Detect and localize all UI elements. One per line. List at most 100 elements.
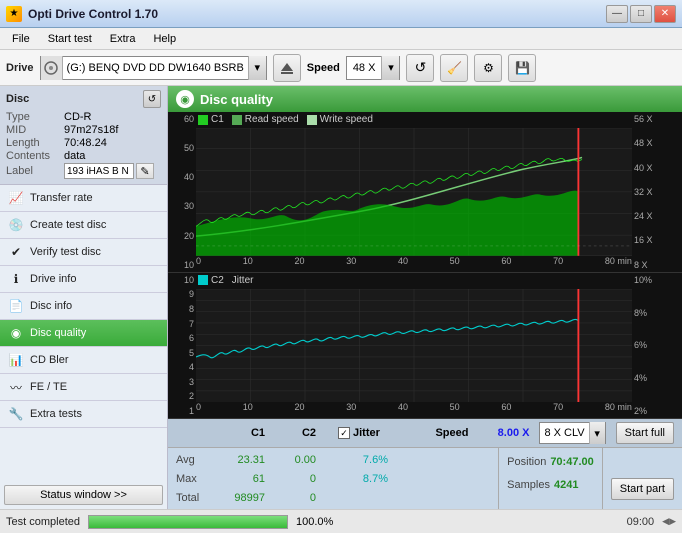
disc-refresh-button[interactable]: ↺ (143, 90, 161, 108)
extra-tests-icon: 🔧 (8, 406, 24, 422)
mid-value: 97m27s18f (64, 124, 118, 136)
samples-label: Samples (507, 479, 550, 491)
total-label: Total (176, 492, 214, 504)
chart2-x-axis: 0 10 20 30 40 50 60 70 80 min (196, 402, 632, 418)
save-button[interactable]: 💾 (508, 54, 536, 82)
position-label: Position (507, 456, 546, 468)
nav-transfer-rate-label: Transfer rate (30, 192, 93, 204)
c2-legend-dot (198, 275, 208, 285)
fe-te-icon: 〰 (8, 379, 24, 395)
nav-verify-test-disc-label: Verify test disc (30, 246, 101, 258)
jitter-checkbox[interactable]: ✓ (338, 427, 350, 439)
disc-panel-title: Disc (6, 93, 29, 105)
disc-panel: Disc ↺ Type CD-R MID 97m27s18f Length 70… (0, 86, 167, 185)
chart2-y-axis: 10 9 8 7 6 5 4 3 2 1 (168, 273, 196, 418)
menu-help[interactable]: Help (145, 31, 184, 47)
settings-button[interactable]: ⚙ (474, 54, 502, 82)
label-input[interactable] (64, 163, 134, 179)
samples-row: Samples 4241 (507, 479, 594, 491)
contents-key: Contents (6, 150, 64, 162)
clv-dropdown-arrow[interactable]: ▾ (589, 422, 605, 444)
chart1-inner (196, 128, 632, 256)
cd-bler-icon: 📊 (8, 352, 24, 368)
nav-cd-bler-label: CD Bler (30, 354, 69, 366)
nav-fe-te[interactable]: 〰 FE / TE (0, 374, 167, 401)
nav-create-test-disc[interactable]: 💿 Create test disc (0, 212, 167, 239)
nav-create-test-disc-label: Create test disc (30, 219, 106, 231)
start-part-button[interactable]: Start part (611, 478, 674, 500)
label-key: Label (6, 165, 64, 177)
menu-start-test[interactable]: Start test (40, 31, 100, 47)
write-speed-legend-dot (307, 115, 317, 125)
status-text: Test completed (6, 516, 80, 528)
total-row: Total 98997 0 (176, 492, 490, 504)
drive-icon (41, 56, 63, 80)
position-row: Position 70:47.00 (507, 456, 594, 468)
nav-transfer-rate[interactable]: 📈 Transfer rate (0, 185, 167, 212)
status-arrows: ◀▶ (662, 516, 676, 527)
menu-bar: File Start test Extra Help (0, 28, 682, 50)
status-window-button[interactable]: Status window >> (4, 485, 163, 505)
close-button[interactable]: ✕ (654, 5, 676, 23)
label-edit-button[interactable]: ✎ (136, 163, 154, 179)
drive-value: (G:) BENQ DVD DD DW1640 BSRB (63, 62, 248, 74)
drive-dropdown-arrow[interactable]: ▾ (248, 56, 266, 80)
nav-disc-info-label: Disc info (30, 300, 72, 312)
c2-col-header: C2 (271, 427, 316, 439)
start-full-button[interactable]: Start full (616, 422, 674, 444)
read-speed-legend-dot (232, 115, 242, 125)
nav-disc-quality-label: Disc quality (30, 327, 86, 339)
nav-drive-info-label: Drive info (30, 273, 76, 285)
clv-select[interactable]: 8 X CLV ▾ (539, 422, 605, 444)
nav-cd-bler[interactable]: 📊 CD Bler (0, 347, 167, 374)
sidebar-nav: 📈 Transfer rate 💿 Create test disc ✔ Ver… (0, 185, 167, 481)
main-content: Disc ↺ Type CD-R MID 97m27s18f Length 70… (0, 86, 682, 509)
avg-c1: 23.31 (220, 454, 265, 466)
nav-fe-te-label: FE / TE (30, 381, 67, 393)
eject-button[interactable] (273, 54, 301, 82)
max-c1: 61 (220, 473, 265, 485)
maximize-button[interactable]: □ (630, 5, 652, 23)
disc-quality-header: ◉ Disc quality (168, 86, 682, 112)
avg-row: Avg 23.31 0.00 7.6% (176, 454, 490, 466)
disc-quality-title: Disc quality (200, 92, 273, 107)
type-key: Type (6, 111, 64, 123)
avg-label: Avg (176, 454, 214, 466)
speed-dropdown-arrow[interactable]: ▾ (381, 56, 399, 80)
nav-extra-tests-label: Extra tests (30, 408, 82, 420)
status-time: 09:00 (627, 516, 655, 528)
nav-extra-tests[interactable]: 🔧 Extra tests (0, 401, 167, 428)
charts-area: C1 Read speed Write speed 60 50 40 (168, 112, 682, 419)
total-c1: 98997 (220, 492, 265, 504)
disc-quality-icon: ◉ (8, 325, 24, 341)
refresh-button[interactable]: ↺ (406, 54, 434, 82)
toolbar: Drive (G:) BENQ DVD DD DW1640 BSRB ▾ Spe… (0, 50, 682, 86)
progress-bar-fill (89, 516, 287, 528)
menu-extra[interactable]: Extra (102, 31, 144, 47)
c1-col-header: C1 (220, 427, 265, 439)
speed-col-header: Speed (435, 427, 468, 439)
nav-disc-info[interactable]: 📄 Disc info (0, 293, 167, 320)
minimize-button[interactable]: — (606, 5, 628, 23)
nav-drive-info[interactable]: ℹ Drive info (0, 266, 167, 293)
right-panel: ◉ Disc quality C1 Read speed (168, 86, 682, 509)
max-jitter: 8.7% (338, 473, 388, 485)
write-speed-legend-label: Write speed (320, 114, 373, 125)
c2-legend-label: C2 (211, 275, 224, 286)
menu-file[interactable]: File (4, 31, 38, 47)
position-value: 70:47.00 (550, 456, 593, 468)
length-value: 70:48.24 (64, 137, 107, 149)
chart2-legend: C2 Jitter (198, 275, 253, 286)
speed-label: Speed (307, 62, 340, 74)
jitter-legend-label: Jitter (232, 275, 254, 286)
avg-c2: 0.00 (271, 454, 316, 466)
c1-legend-dot (198, 115, 208, 125)
title-buttons: — □ ✕ (606, 5, 676, 23)
clear-button[interactable]: 🧹 (440, 54, 468, 82)
disc-quality-icon-header: ◉ (176, 90, 194, 108)
length-key: Length (6, 137, 64, 149)
max-label: Max (176, 473, 214, 485)
drive-info-icon: ℹ (8, 271, 24, 287)
nav-disc-quality[interactable]: ◉ Disc quality (0, 320, 167, 347)
nav-verify-test-disc[interactable]: ✔ Verify test disc (0, 239, 167, 266)
